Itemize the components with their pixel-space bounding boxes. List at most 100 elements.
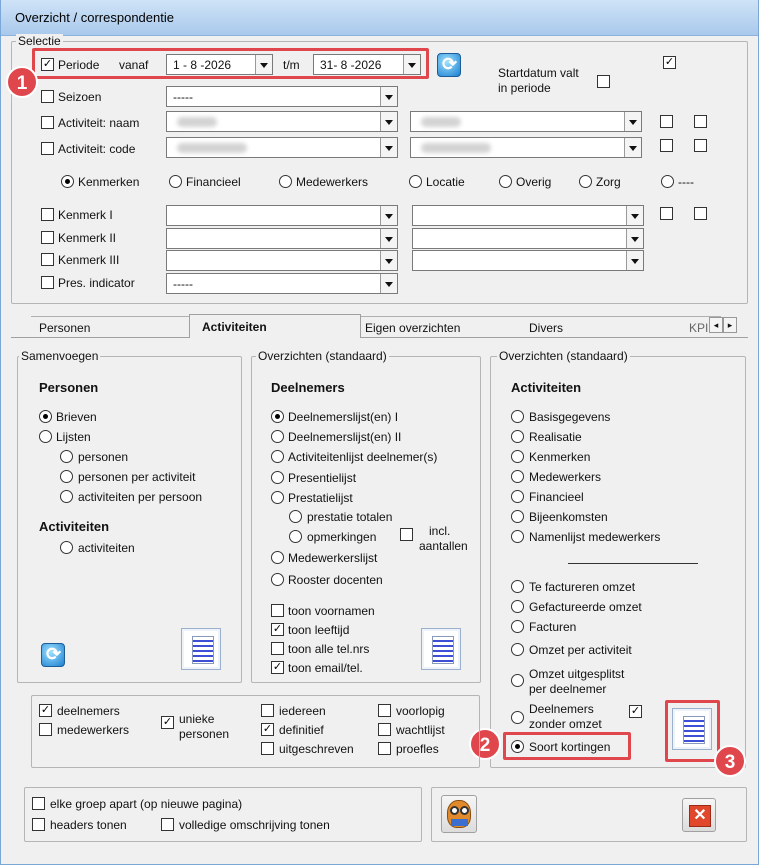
radio-medewerkers[interactable]: [279, 175, 292, 188]
refresh-icon[interactable]: [437, 53, 461, 77]
radio-overig[interactable]: [499, 175, 512, 188]
radio-presentielijst[interactable]: [271, 471, 284, 484]
refresh-icon[interactable]: [41, 643, 65, 667]
radio-financieel[interactable]: [169, 175, 182, 188]
deelnemers-zonder-omzet-checkbox[interactable]: ✓: [629, 705, 642, 718]
toon-alle-tel-checkbox[interactable]: [271, 642, 284, 655]
radio-basisgegevens[interactable]: [511, 410, 524, 423]
kenmerk3-select-2[interactable]: [412, 250, 644, 271]
radio-medewerkers-ov[interactable]: [511, 470, 524, 483]
radio-kenmerken[interactable]: [61, 175, 74, 188]
chevron-down-icon[interactable]: [380, 206, 397, 225]
chevron-down-icon[interactable]: [380, 87, 397, 106]
activiteit-code-check-b[interactable]: [694, 139, 707, 152]
kenmerk1-check-a[interactable]: [660, 207, 673, 220]
radio-kenmerken-ov[interactable]: [511, 450, 524, 463]
radio-rooster-docenten[interactable]: [271, 573, 284, 586]
owl-button[interactable]: [441, 795, 477, 833]
tab-activiteiten[interactable]: Activiteiten: [189, 314, 361, 338]
kenmerk2-select-2[interactable]: [412, 228, 644, 249]
radio-prestatielijst[interactable]: [271, 491, 284, 504]
close-button[interactable]: ✕: [682, 798, 716, 832]
activiteit-naam-select-2[interactable]: [410, 111, 642, 132]
radio-financieel-ov[interactable]: [511, 490, 524, 503]
kenmerk3-checkbox[interactable]: [41, 253, 54, 266]
radio-none[interactable]: [661, 175, 674, 188]
radio-activiteiten[interactable]: [60, 541, 73, 554]
chevron-down-icon[interactable]: [626, 251, 643, 270]
unieke-personen-checkbox[interactable]: ✓: [161, 716, 174, 729]
pres-indicator-select[interactable]: -----: [166, 273, 398, 294]
kenmerk1-select[interactable]: [166, 205, 398, 226]
chevron-down-icon[interactable]: [626, 229, 643, 248]
activiteit-code-select-2[interactable]: [410, 137, 642, 158]
activiteit-code-checkbox[interactable]: [41, 142, 54, 155]
activiteit-naam-select[interactable]: [166, 111, 398, 132]
radio-facturen[interactable]: [511, 620, 524, 633]
incl-aantallen-checkbox[interactable]: [400, 528, 413, 541]
chevron-down-icon[interactable]: [380, 274, 397, 293]
radio-prestatie-totalen[interactable]: [289, 510, 302, 523]
elke-groep-checkbox[interactable]: [32, 797, 45, 810]
kenmerk2-checkbox[interactable]: [41, 231, 54, 244]
kenmerk3-select[interactable]: [166, 250, 398, 271]
radio-bijeenkomsten[interactable]: [511, 510, 524, 523]
chevron-down-icon[interactable]: [624, 138, 641, 157]
chevron-down-icon[interactable]: [626, 206, 643, 225]
tab-divers[interactable]: Divers: [521, 316, 681, 338]
radio-activiteiten-per-persoon[interactable]: [60, 490, 73, 503]
tab-scroll-left-icon[interactable]: ◂: [709, 317, 723, 333]
radio-deelnemers-zonder-omzet[interactable]: [511, 711, 524, 724]
uitgeschreven-checkbox[interactable]: [261, 742, 274, 755]
medewerkers-checkbox[interactable]: [39, 723, 52, 736]
kenmerk1-checkbox[interactable]: [41, 208, 54, 221]
radio-medewerkerslijst[interactable]: [271, 551, 284, 564]
proefles-checkbox[interactable]: [378, 742, 391, 755]
volledige-omschrijving-checkbox[interactable]: [161, 818, 174, 831]
toon-voornamen-checkbox[interactable]: [271, 604, 284, 617]
iedereen-checkbox[interactable]: [261, 704, 274, 717]
tab-scroll-right-icon[interactable]: ▸: [723, 317, 737, 333]
activiteit-naam-checkbox[interactable]: [41, 116, 54, 129]
wachtlijst-checkbox[interactable]: [378, 723, 391, 736]
radio-omzet-per-activiteit[interactable]: [511, 643, 524, 656]
activiteit-code-select[interactable]: [166, 137, 398, 158]
chevron-down-icon[interactable]: [380, 112, 397, 131]
activiteit-code-check-a[interactable]: [660, 139, 673, 152]
kenmerk2-select[interactable]: [166, 228, 398, 249]
radio-brieven[interactable]: [39, 410, 52, 423]
chevron-down-icon[interactable]: [380, 138, 397, 157]
startdatum-checkbox[interactable]: [597, 75, 610, 88]
radio-namenlijst-medewerkers[interactable]: [511, 530, 524, 543]
radio-omzet-uitgesplitst[interactable]: [511, 674, 524, 687]
chevron-down-icon[interactable]: [380, 251, 397, 270]
kenmerk1-select-2[interactable]: [412, 205, 644, 226]
radio-activiteitenlijst[interactable]: [271, 450, 284, 463]
chevron-down-icon[interactable]: [380, 229, 397, 248]
kenmerk1-check-b[interactable]: [694, 207, 707, 220]
headers-tonen-checkbox[interactable]: [32, 818, 45, 831]
activiteit-naam-check-b[interactable]: [694, 115, 707, 128]
radio-locatie[interactable]: [409, 175, 422, 188]
seizoen-checkbox[interactable]: [41, 90, 54, 103]
radio-zorg[interactable]: [579, 175, 592, 188]
radio-deelnemerslijst-1[interactable]: [271, 410, 284, 423]
radio-opmerkingen[interactable]: [289, 530, 302, 543]
deelnemers-checkbox[interactable]: ✓: [39, 704, 52, 717]
pres-indicator-checkbox[interactable]: [41, 276, 54, 289]
radio-deelnemerslijst-2[interactable]: [271, 430, 284, 443]
radio-te-factureren[interactable]: [511, 580, 524, 593]
document-icon[interactable]: [421, 628, 461, 670]
activiteit-naam-check-a[interactable]: [660, 115, 673, 128]
radio-personen[interactable]: [60, 450, 73, 463]
top-right-checkbox[interactable]: ✓: [663, 56, 676, 69]
radio-lijsten[interactable]: [39, 430, 52, 443]
tab-eigen-overzichten[interactable]: Eigen overzichten: [361, 316, 521, 338]
tab-personen[interactable]: Personen: [31, 316, 191, 338]
radio-gefactureerde[interactable]: [511, 600, 524, 613]
chevron-down-icon[interactable]: [624, 112, 641, 131]
radio-personen-per-activiteit[interactable]: [60, 470, 73, 483]
definitief-checkbox[interactable]: ✓: [261, 723, 274, 736]
seizoen-select[interactable]: -----: [166, 86, 398, 107]
toon-email-checkbox[interactable]: ✓: [271, 661, 284, 674]
